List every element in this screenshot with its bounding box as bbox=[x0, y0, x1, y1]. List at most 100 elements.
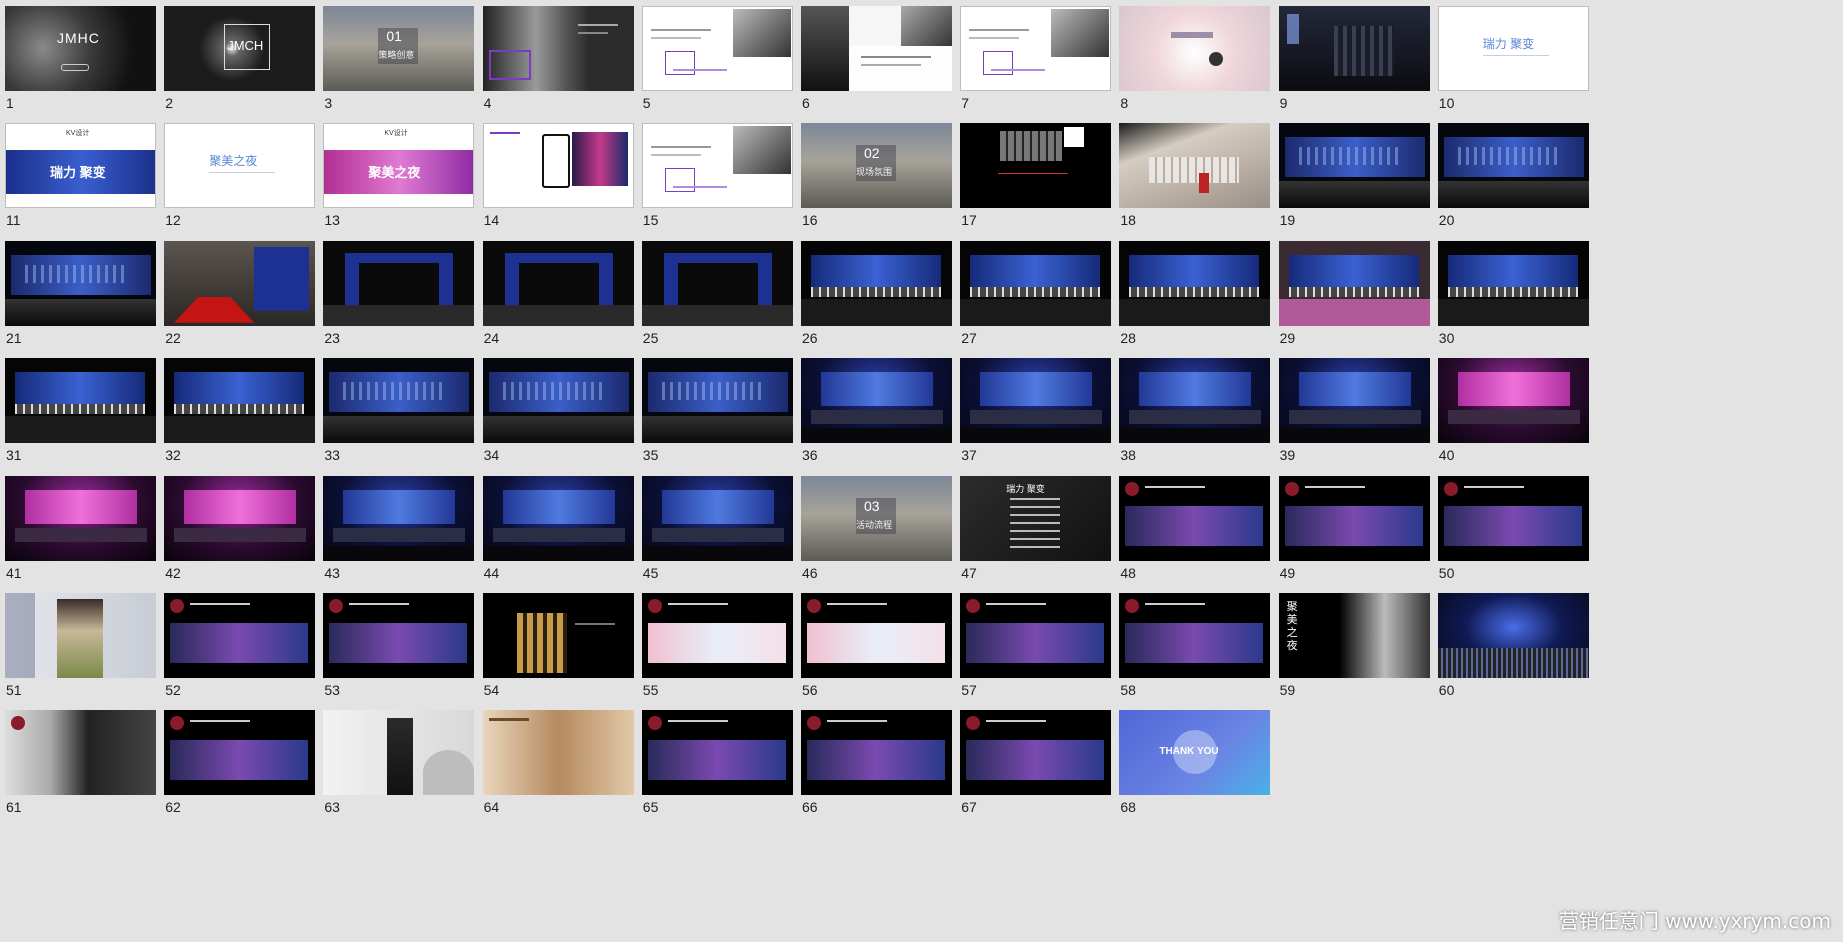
slide-thumbnail-63[interactable]: 63 bbox=[319, 704, 491, 822]
slide-preview[interactable] bbox=[323, 358, 475, 444]
slide-thumbnail-43[interactable]: 43 bbox=[319, 470, 491, 588]
slide-preview[interactable] bbox=[1119, 593, 1271, 678]
slide-thumbnail-13[interactable]: KV设计 聚美之夜 13 bbox=[319, 117, 491, 235]
slide-preview[interactable] bbox=[801, 358, 952, 444]
slide-preview[interactable] bbox=[164, 475, 316, 561]
slide-preview[interactable] bbox=[1119, 475, 1271, 561]
slide-thumbnail-7[interactable]: 7 bbox=[956, 0, 1128, 118]
slide-thumbnail-26[interactable]: 26 bbox=[797, 235, 969, 353]
slide-preview[interactable] bbox=[5, 240, 156, 326]
slide-preview[interactable] bbox=[482, 593, 634, 678]
slide-preview[interactable] bbox=[164, 358, 316, 444]
slide-preview[interactable] bbox=[641, 123, 793, 209]
slide-thumbnail-44[interactable]: 44 bbox=[479, 470, 651, 588]
slide-preview[interactable] bbox=[5, 593, 156, 678]
slide-thumbnail-50[interactable]: 50 bbox=[1434, 470, 1606, 588]
slide-preview[interactable] bbox=[5, 475, 156, 561]
slide-thumbnail-33[interactable]: 33 bbox=[319, 352, 491, 470]
slide-preview[interactable] bbox=[323, 593, 475, 678]
slide-preview[interactable] bbox=[1278, 6, 1430, 91]
slide-preview[interactable] bbox=[1278, 358, 1430, 444]
slide-thumbnail-52[interactable]: 52 bbox=[160, 587, 332, 705]
slide-thumbnail-23[interactable]: 23 bbox=[319, 235, 491, 353]
slide-preview[interactable] bbox=[1278, 240, 1430, 326]
slide-preview[interactable]: 聚美之夜 bbox=[164, 123, 316, 209]
slide-preview[interactable] bbox=[801, 593, 952, 678]
slide-thumbnail-47[interactable]: 瑞力 聚变 47 bbox=[956, 470, 1128, 588]
slide-preview[interactable] bbox=[960, 358, 1112, 444]
slide-thumbnail-21[interactable]: 21 bbox=[1, 235, 173, 353]
slide-thumbnail-24[interactable]: 24 bbox=[479, 235, 651, 353]
slide-thumbnail-53[interactable]: 53 bbox=[319, 587, 491, 705]
slide-thumbnail-27[interactable]: 27 bbox=[956, 235, 1128, 353]
slide-thumbnail-37[interactable]: 37 bbox=[956, 352, 1128, 470]
slide-preview[interactable] bbox=[641, 475, 793, 561]
slide-preview[interactable] bbox=[5, 710, 156, 796]
slide-preview[interactable] bbox=[482, 710, 634, 796]
slide-thumbnail-5[interactable]: 5 bbox=[638, 0, 810, 118]
slide-thumbnail-10[interactable]: 瑞力 聚变 10 bbox=[1434, 0, 1606, 118]
slide-thumbnail-35[interactable]: 35 bbox=[638, 352, 810, 470]
slide-preview[interactable] bbox=[164, 593, 316, 678]
slide-preview[interactable] bbox=[1119, 6, 1271, 91]
slide-thumbnail-11[interactable]: KV设计 瑞力 聚变 11 bbox=[1, 117, 173, 235]
slide-preview[interactable]: 聚美之夜 bbox=[1278, 593, 1430, 678]
slide-preview[interactable] bbox=[960, 123, 1112, 209]
slide-thumbnail-22[interactable]: 22 bbox=[160, 235, 332, 353]
slide-thumbnail-12[interactable]: 聚美之夜 12 bbox=[160, 117, 332, 235]
slide-thumbnail-25[interactable]: 25 bbox=[638, 235, 810, 353]
slide-thumbnail-68[interactable]: THANK YOU 68 bbox=[1115, 704, 1287, 822]
slide-preview[interactable] bbox=[164, 710, 316, 796]
slide-thumbnail-42[interactable]: 42 bbox=[160, 470, 332, 588]
slide-thumbnail-60[interactable]: 60 bbox=[1434, 587, 1606, 705]
slide-preview[interactable] bbox=[1437, 475, 1589, 561]
slide-thumbnail-46[interactable]: 03 活动流程 46 bbox=[797, 470, 969, 588]
slide-thumbnail-67[interactable]: 67 bbox=[956, 704, 1128, 822]
slide-preview[interactable]: KV设计 瑞力 聚变 bbox=[5, 123, 156, 209]
slide-thumbnail-62[interactable]: 62 bbox=[160, 704, 332, 822]
slide-preview[interactable] bbox=[1437, 123, 1589, 209]
slide-preview[interactable] bbox=[482, 475, 634, 561]
slide-preview[interactable]: KV设计 聚美之夜 bbox=[323, 123, 475, 209]
slide-preview[interactable] bbox=[1119, 240, 1271, 326]
slide-thumbnail-45[interactable]: 45 bbox=[638, 470, 810, 588]
slide-preview[interactable] bbox=[482, 123, 634, 209]
slide-preview[interactable] bbox=[323, 240, 475, 326]
slide-thumbnail-56[interactable]: 56 bbox=[797, 587, 969, 705]
slide-preview[interactable]: JMHC bbox=[5, 6, 156, 91]
slide-preview[interactable]: 03 活动流程 bbox=[801, 475, 952, 561]
slide-thumbnail-54[interactable]: 54 bbox=[479, 587, 651, 705]
slide-thumbnail-32[interactable]: 32 bbox=[160, 352, 332, 470]
slide-thumbnail-48[interactable]: 48 bbox=[1115, 470, 1287, 588]
slide-preview[interactable]: 瑞力 聚变 bbox=[1437, 6, 1589, 91]
slide-preview[interactable] bbox=[1437, 358, 1589, 444]
slide-thumbnail-9[interactable]: 9 bbox=[1275, 0, 1447, 118]
slide-thumbnail-1[interactable]: JMHC 1 bbox=[1, 0, 173, 118]
slide-preview[interactable]: 01 策略创意 bbox=[323, 6, 475, 91]
slide-preview[interactable] bbox=[1278, 475, 1430, 561]
slide-thumbnail-2[interactable]: JMCH 2 bbox=[160, 0, 332, 118]
slide-thumbnail-6[interactable]: 6 bbox=[797, 0, 969, 118]
slide-thumbnail-51[interactable]: 51 bbox=[1, 587, 173, 705]
slide-thumbnail-57[interactable]: 57 bbox=[956, 587, 1128, 705]
slide-thumbnail-31[interactable]: 31 bbox=[1, 352, 173, 470]
slide-preview[interactable] bbox=[323, 710, 475, 796]
slide-thumbnail-30[interactable]: 30 bbox=[1434, 235, 1606, 353]
slide-thumbnail-59[interactable]: 聚美之夜 59 bbox=[1275, 587, 1447, 705]
slide-preview[interactable] bbox=[801, 6, 952, 91]
slide-preview[interactable] bbox=[641, 593, 793, 678]
slide-thumbnail-15[interactable]: 15 bbox=[638, 117, 810, 235]
slide-preview[interactable]: 02 现场氛围 bbox=[801, 123, 952, 209]
slide-thumbnail-16[interactable]: 02 现场氛围 16 bbox=[797, 117, 969, 235]
slide-thumbnail-19[interactable]: 19 bbox=[1275, 117, 1447, 235]
slide-thumbnail-18[interactable]: 18 bbox=[1115, 117, 1287, 235]
slide-preview[interactable] bbox=[1437, 240, 1589, 326]
slide-preview[interactable] bbox=[1278, 123, 1430, 209]
slide-preview[interactable] bbox=[323, 475, 475, 561]
slide-thumbnail-40[interactable]: 40 bbox=[1434, 352, 1606, 470]
slide-thumbnail-61[interactable]: 61 bbox=[1, 704, 173, 822]
slide-preview[interactable] bbox=[1437, 593, 1589, 678]
slide-preview[interactable] bbox=[960, 6, 1112, 91]
slide-preview[interactable] bbox=[482, 6, 634, 91]
slide-thumbnail-28[interactable]: 28 bbox=[1115, 235, 1287, 353]
